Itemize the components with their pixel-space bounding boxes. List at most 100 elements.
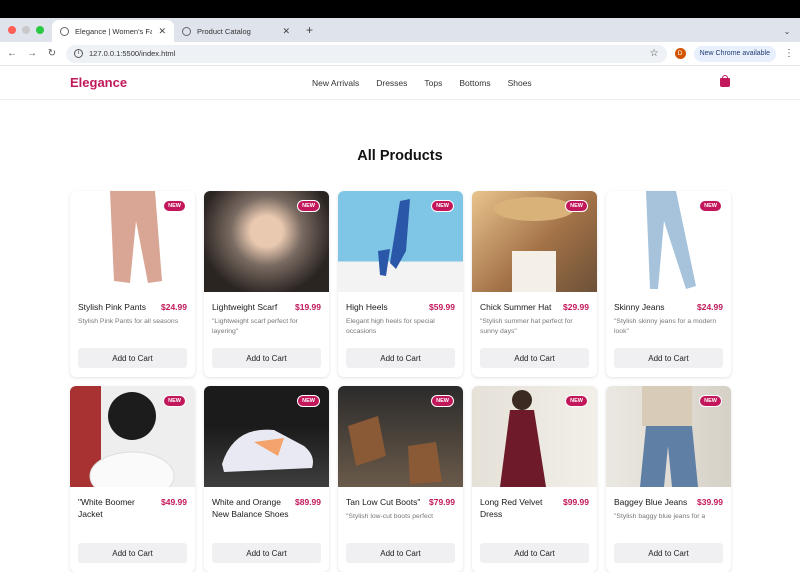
- product-name[interactable]: Skinny Jeans: [614, 301, 665, 313]
- product-name[interactable]: Chick Summer Hat: [480, 301, 551, 313]
- product-image[interactable]: NEW: [606, 386, 731, 487]
- product-image[interactable]: NEW: [606, 191, 731, 292]
- add-to-cart-button[interactable]: Add to Cart: [614, 543, 723, 563]
- product-card: NEW Baggey Blue Jeans $39.99 "Stylish bag…: [606, 386, 731, 572]
- close-window-button[interactable]: [8, 26, 16, 34]
- url-text[interactable]: 127.0.0.1:5500/index.html: [89, 49, 644, 58]
- product-price: $59.99: [429, 302, 455, 312]
- profile-avatar[interactable]: D: [674, 48, 686, 59]
- product-card: NEW Skinny Jeans $24.99 "Stylish skinny j…: [606, 191, 731, 377]
- product-card: NEW Tan Low Cut Boots" $79.99 "Stylish lo…: [338, 386, 463, 572]
- product-card: NEW Lightweight Scarf $19.99 "Lightweight…: [204, 191, 329, 377]
- nav-shoes[interactable]: Shoes: [508, 78, 532, 88]
- product-description: "Stylish low-cut boots perfect: [346, 513, 434, 520]
- product-price: $79.99: [429, 497, 455, 507]
- chrome-update-button[interactable]: New Chrome available: [693, 45, 776, 62]
- product-name[interactable]: Tan Low Cut Boots": [346, 496, 420, 508]
- close-tab-icon[interactable]: ✕: [282, 26, 290, 37]
- back-arrow-icon[interactable]: ←: [6, 48, 18, 59]
- product-description: "Stylish baggy blue jeans for a: [614, 513, 706, 520]
- tab-search-chevron-icon[interactable]: ⌄: [780, 24, 794, 38]
- add-to-cart-button[interactable]: Add to Cart: [480, 543, 589, 563]
- product-price: $19.99: [295, 302, 321, 312]
- product-description: "Stylish summer hat perfect for sunny da…: [480, 318, 573, 335]
- product-grid: NEW Stylish Pink Pants $24.99 Stylish Pin…: [70, 191, 731, 572]
- globe-icon: [182, 26, 191, 36]
- add-to-cart-button[interactable]: Add to Cart: [212, 348, 321, 368]
- product-price: $29.99: [563, 302, 589, 312]
- add-to-cart-button[interactable]: Add to Cart: [212, 543, 321, 563]
- new-badge: NEW: [699, 395, 722, 407]
- main-nav: New Arrivals Dresses Tops Bottoms Shoes: [312, 78, 532, 88]
- product-name[interactable]: Long Red Velvet Dress: [480, 496, 558, 520]
- nav-new-arrivals[interactable]: New Arrivals: [312, 78, 359, 88]
- maximize-window-button[interactable]: [36, 26, 44, 34]
- product-name[interactable]: "White Boomer Jacket: [78, 496, 156, 520]
- browser-menu-icon[interactable]: ⋮: [784, 48, 794, 59]
- add-to-cart-button[interactable]: Add to Cart: [346, 543, 455, 563]
- browser-tab-strip: Elegance | Women's Fashion ✕ Product Cat…: [0, 18, 800, 42]
- add-to-cart-button[interactable]: Add to Cart: [78, 348, 187, 368]
- product-description: Stylish Pink Pants for all seasons: [78, 318, 179, 325]
- product-image[interactable]: NEW: [338, 386, 463, 487]
- site-header: Elegance New Arrivals Dresses Tops Botto…: [0, 66, 800, 100]
- site-logo[interactable]: Elegance: [70, 75, 127, 90]
- browser-tab-elegance[interactable]: Elegance | Women's Fashion ✕: [52, 20, 174, 42]
- product-description: Elegant high heels for special occasions: [346, 318, 435, 335]
- browser-toolbar: ← → ↻ i 127.0.0.1:5500/index.html ☆ D Ne…: [0, 42, 800, 66]
- product-card: NEW Long Red Velvet Dress $99.99 Add to C…: [472, 386, 597, 572]
- new-tab-button[interactable]: +: [298, 23, 321, 42]
- new-badge: NEW: [297, 395, 320, 407]
- product-name[interactable]: Lightweight Scarf: [212, 301, 277, 313]
- new-badge: NEW: [163, 200, 186, 212]
- minimize-window-button[interactable]: [22, 26, 30, 34]
- new-badge: NEW: [565, 200, 588, 212]
- new-badge: NEW: [431, 200, 454, 212]
- os-top-bar: [0, 0, 800, 18]
- site-info-icon[interactable]: i: [74, 49, 83, 58]
- product-price: $89.99: [295, 497, 321, 507]
- product-card: NEW White and Orange New Balance Shoes $8…: [204, 386, 329, 572]
- add-to-cart-button[interactable]: Add to Cart: [78, 543, 187, 563]
- page-title: All Products: [357, 148, 443, 164]
- new-badge: NEW: [431, 395, 454, 407]
- product-price: $39.99: [697, 497, 723, 507]
- product-image[interactable]: NEW: [204, 191, 329, 292]
- nav-tops[interactable]: Tops: [424, 78, 442, 88]
- product-name[interactable]: High Heels: [346, 301, 388, 313]
- product-price: $24.99: [697, 302, 723, 312]
- close-tab-icon[interactable]: ✕: [158, 26, 166, 37]
- new-badge: NEW: [297, 200, 320, 212]
- product-description: "Lightweight scarf perfect for layering": [212, 318, 298, 335]
- add-to-cart-button[interactable]: Add to Cart: [346, 348, 455, 368]
- shopping-bag-icon[interactable]: [720, 75, 730, 87]
- product-image[interactable]: NEW: [70, 386, 195, 501]
- address-bar[interactable]: i 127.0.0.1:5500/index.html ☆: [66, 44, 667, 63]
- product-image[interactable]: NEW: [472, 386, 597, 487]
- reload-icon[interactable]: ↻: [46, 48, 58, 59]
- product-price: $49.99: [161, 497, 187, 507]
- product-name[interactable]: Stylish Pink Pants: [78, 301, 146, 313]
- new-badge: NEW: [699, 200, 722, 212]
- nav-bottoms[interactable]: Bottoms: [459, 78, 490, 88]
- product-image[interactable]: NEW: [472, 191, 597, 292]
- nav-dresses[interactable]: Dresses: [376, 78, 407, 88]
- product-card: NEW Stylish Pink Pants $24.99 Stylish Pin…: [70, 191, 195, 377]
- product-image[interactable]: NEW: [204, 386, 329, 487]
- product-card: NEW "White Boomer Jacket $49.99 Add to Ca…: [70, 386, 195, 572]
- add-to-cart-button[interactable]: Add to Cart: [614, 348, 723, 368]
- product-image[interactable]: NEW: [70, 191, 195, 292]
- product-description: "Stylish skinny jeans for a modern look": [614, 318, 717, 335]
- product-card: NEW High Heels $59.99 Elegant high heels …: [338, 191, 463, 377]
- forward-arrow-icon[interactable]: →: [26, 48, 38, 59]
- product-name[interactable]: White and Orange New Balance Shoes: [212, 496, 290, 520]
- browser-tab-catalog[interactable]: Product Catalog ✕: [174, 20, 298, 42]
- add-to-cart-button[interactable]: Add to Cart: [480, 348, 589, 368]
- tab-title: Product Catalog: [197, 26, 251, 36]
- new-badge: NEW: [565, 395, 588, 407]
- product-name[interactable]: Baggey Blue Jeans: [614, 496, 687, 508]
- bookmark-star-icon[interactable]: ☆: [650, 48, 659, 59]
- product-image[interactable]: NEW: [338, 191, 463, 292]
- product-price: $99.99: [563, 497, 589, 507]
- window-controls: [0, 26, 52, 42]
